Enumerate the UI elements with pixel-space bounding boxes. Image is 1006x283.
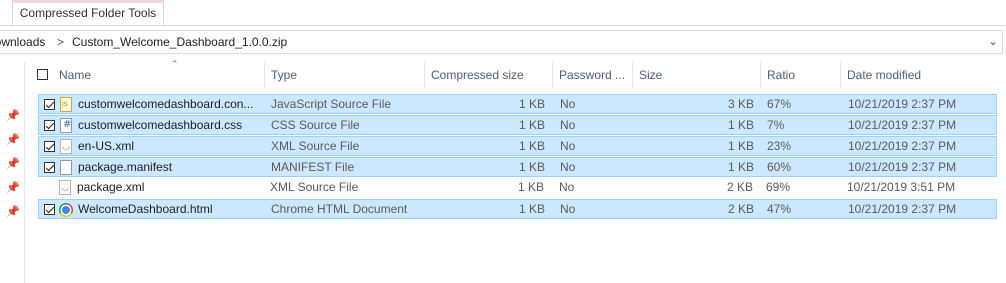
file-name: en-US.xml [78, 139, 135, 153]
xml-file-icon [59, 180, 71, 195]
row-checkbox[interactable] [44, 162, 55, 173]
breadcrumb-separator[interactable]: > [57, 35, 64, 49]
row-checkbox[interactable] [44, 204, 55, 215]
file-size: 1 KB [727, 139, 754, 153]
select-all-checkbox[interactable] [37, 69, 48, 80]
compressed-size: 1 KB [518, 118, 545, 132]
date-modified: 10/21/2019 2:37 PM [848, 160, 957, 174]
column-type[interactable]: Type [265, 62, 425, 88]
column-size[interactable]: Size [633, 62, 761, 88]
file-row[interactable]: package.xml XML Source File 1 KB No 2 KB… [38, 178, 997, 198]
breadcrumb-zip[interactable]: Custom_Welcome_Dashboard_1.0.0.zip [72, 35, 287, 49]
date-modified: 10/21/2019 2:37 PM [848, 118, 957, 132]
column-compressed-size[interactable]: Compressed size [425, 62, 553, 88]
date-modified: 10/21/2019 3:51 PM [847, 180, 956, 194]
password-protected: No [560, 97, 576, 111]
file-type: Chrome HTML Document [271, 202, 408, 216]
file-row[interactable]: customwelcomedashboard.con... JavaScript… [38, 94, 997, 114]
pin-icon[interactable]: 📌 [6, 206, 20, 218]
file-type: MANIFEST File [271, 160, 355, 174]
pin-icon[interactable]: 📌 [6, 158, 20, 170]
compression-ratio: 23% [767, 139, 792, 153]
column-password[interactable]: Password ... [553, 62, 633, 88]
compressed-size: 1 KB [517, 180, 544, 194]
breadcrumb-downloads[interactable]: Downloads [0, 35, 45, 49]
compression-ratio: 7% [767, 118, 785, 132]
row-checkbox[interactable] [44, 120, 55, 131]
file-size: 2 KB [727, 202, 754, 216]
compression-ratio: 69% [766, 180, 791, 194]
file-size: 1 KB [727, 118, 754, 132]
column-date-modified[interactable]: Date modified [841, 62, 1001, 88]
column-name[interactable]: Name [53, 62, 265, 88]
file-type: JavaScript Source File [271, 97, 392, 111]
file-row[interactable]: en-US.xml XML Source File 1 KB No 1 KB 2… [38, 136, 997, 156]
file-row[interactable]: WelcomeDashboard.html Chrome HTML Docume… [38, 199, 997, 219]
compression-ratio: 47% [767, 202, 792, 216]
pin-icon[interactable]: 📌 [6, 110, 20, 122]
compression-ratio: 60% [767, 160, 792, 174]
file-name: package.xml [77, 180, 145, 194]
file-name: customwelcomedashboard.css [78, 118, 243, 132]
file-size: 3 KB [727, 97, 754, 111]
file-type: XML Source File [270, 180, 359, 194]
chevron-down-icon[interactable]: ⌄ [986, 34, 1000, 50]
date-modified: 10/21/2019 2:37 PM [848, 97, 957, 111]
file-size: 1 KB [727, 160, 754, 174]
date-modified: 10/21/2019 2:37 PM [848, 202, 957, 216]
file-type: XML Source File [271, 139, 360, 153]
ribbon: Compressed Folder Tools [0, 0, 1006, 26]
file-name: package.manifest [78, 160, 173, 174]
row-checkbox[interactable] [44, 141, 55, 152]
file-row[interactable]: package.manifest MANIFEST File 1 KB No 1… [38, 157, 997, 177]
tab-compressed-folder-tools[interactable]: Compressed Folder Tools [12, 0, 164, 25]
file-icon [60, 160, 72, 175]
pin-icon[interactable]: 📌 [6, 182, 20, 194]
navigation-pane[interactable]: 📌 📌 📌 📌 📌 [0, 62, 25, 283]
column-header: ⌃ Name Type Compressed size Password ...… [25, 59, 1006, 88]
file-name: customwelcomedashboard.con... [78, 97, 254, 111]
row-checkbox[interactable] [44, 99, 55, 110]
file-row[interactable]: customwelcomedashboard.css CSS Source Fi… [38, 115, 997, 135]
css-file-icon [60, 118, 72, 133]
compressed-size: 1 KB [518, 160, 545, 174]
compressed-size: 1 KB [518, 202, 545, 216]
date-modified: 10/21/2019 2:37 PM [848, 139, 957, 153]
file-name: WelcomeDashboard.html [78, 202, 213, 216]
password-protected: No [560, 160, 576, 174]
pin-icon[interactable]: 📌 [6, 134, 20, 146]
file-type: CSS Source File [271, 118, 360, 132]
compression-ratio: 67% [767, 97, 792, 111]
compressed-size: 1 KB [518, 97, 545, 111]
password-protected: No [560, 118, 576, 132]
password-protected: No [560, 139, 576, 153]
xml-file-icon [60, 139, 72, 154]
address-bar[interactable]: Downloads > Custom_Welcome_Dashboard_1.0… [0, 30, 1003, 54]
js-file-icon [60, 97, 72, 112]
chrome-icon [59, 203, 73, 217]
column-ratio[interactable]: Ratio [761, 62, 841, 88]
password-protected: No [559, 180, 575, 194]
file-size: 2 KB [726, 180, 753, 194]
password-protected: No [560, 202, 576, 216]
compressed-size: 1 KB [518, 139, 545, 153]
